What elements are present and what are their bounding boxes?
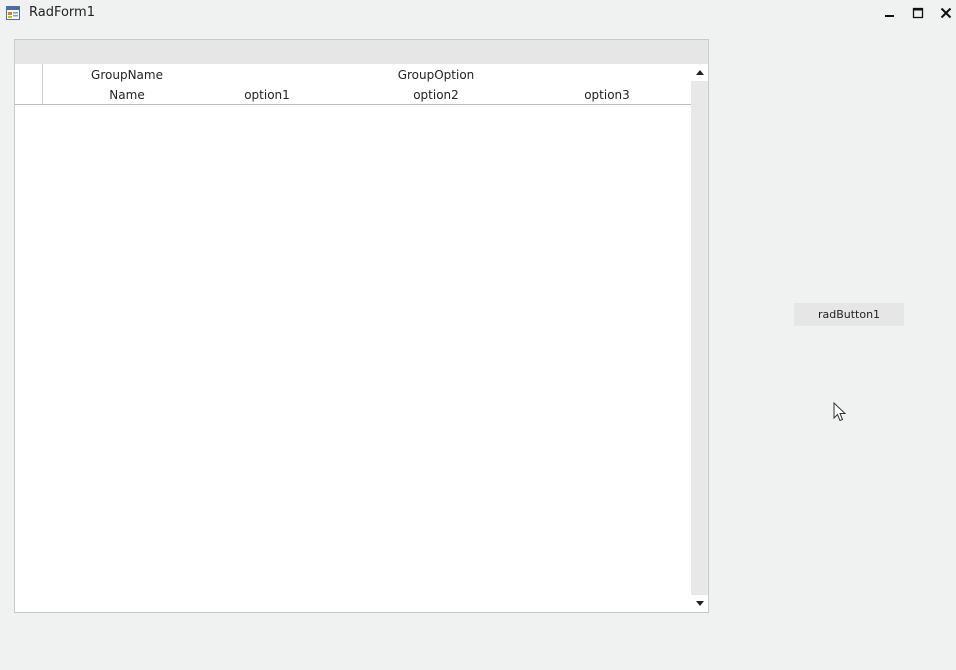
minimize-button[interactable] <box>877 2 903 24</box>
column-header-name[interactable]: Name <box>43 86 211 104</box>
column-group-groupname[interactable]: GroupName <box>43 66 211 84</box>
title-bar: RadForm1 <box>0 0 956 28</box>
scroll-up-arrow-icon <box>695 70 704 75</box>
grid-header: GroupName GroupOption Name option1 optio… <box>15 64 691 105</box>
minimize-icon <box>885 15 894 17</box>
column-header-option3[interactable]: option3 <box>522 86 692 104</box>
group-panel[interactable] <box>15 40 708 64</box>
close-icon <box>940 7 952 19</box>
column-header-option1[interactable]: option1 <box>212 86 322 104</box>
rad-button-1[interactable]: radButton1 <box>794 303 904 326</box>
maximize-button[interactable] <box>905 2 931 24</box>
mouse-cursor-icon <box>833 402 847 422</box>
close-button[interactable] <box>933 2 956 24</box>
window-title: RadForm1 <box>29 5 95 20</box>
row-header-indicator <box>15 64 43 104</box>
scroll-down-arrow-icon <box>695 601 704 606</box>
scroll-down-button[interactable] <box>691 595 708 612</box>
scroll-up-button[interactable] <box>691 64 708 81</box>
column-header-option2[interactable]: option2 <box>351 86 521 104</box>
form-app-icon <box>6 6 20 20</box>
vertical-scrollbar[interactable] <box>691 64 708 612</box>
rad-grid-view[interactable]: GroupName GroupOption Name option1 optio… <box>14 39 709 613</box>
column-group-groupoption[interactable]: GroupOption <box>351 66 521 84</box>
maximize-icon <box>912 7 924 19</box>
